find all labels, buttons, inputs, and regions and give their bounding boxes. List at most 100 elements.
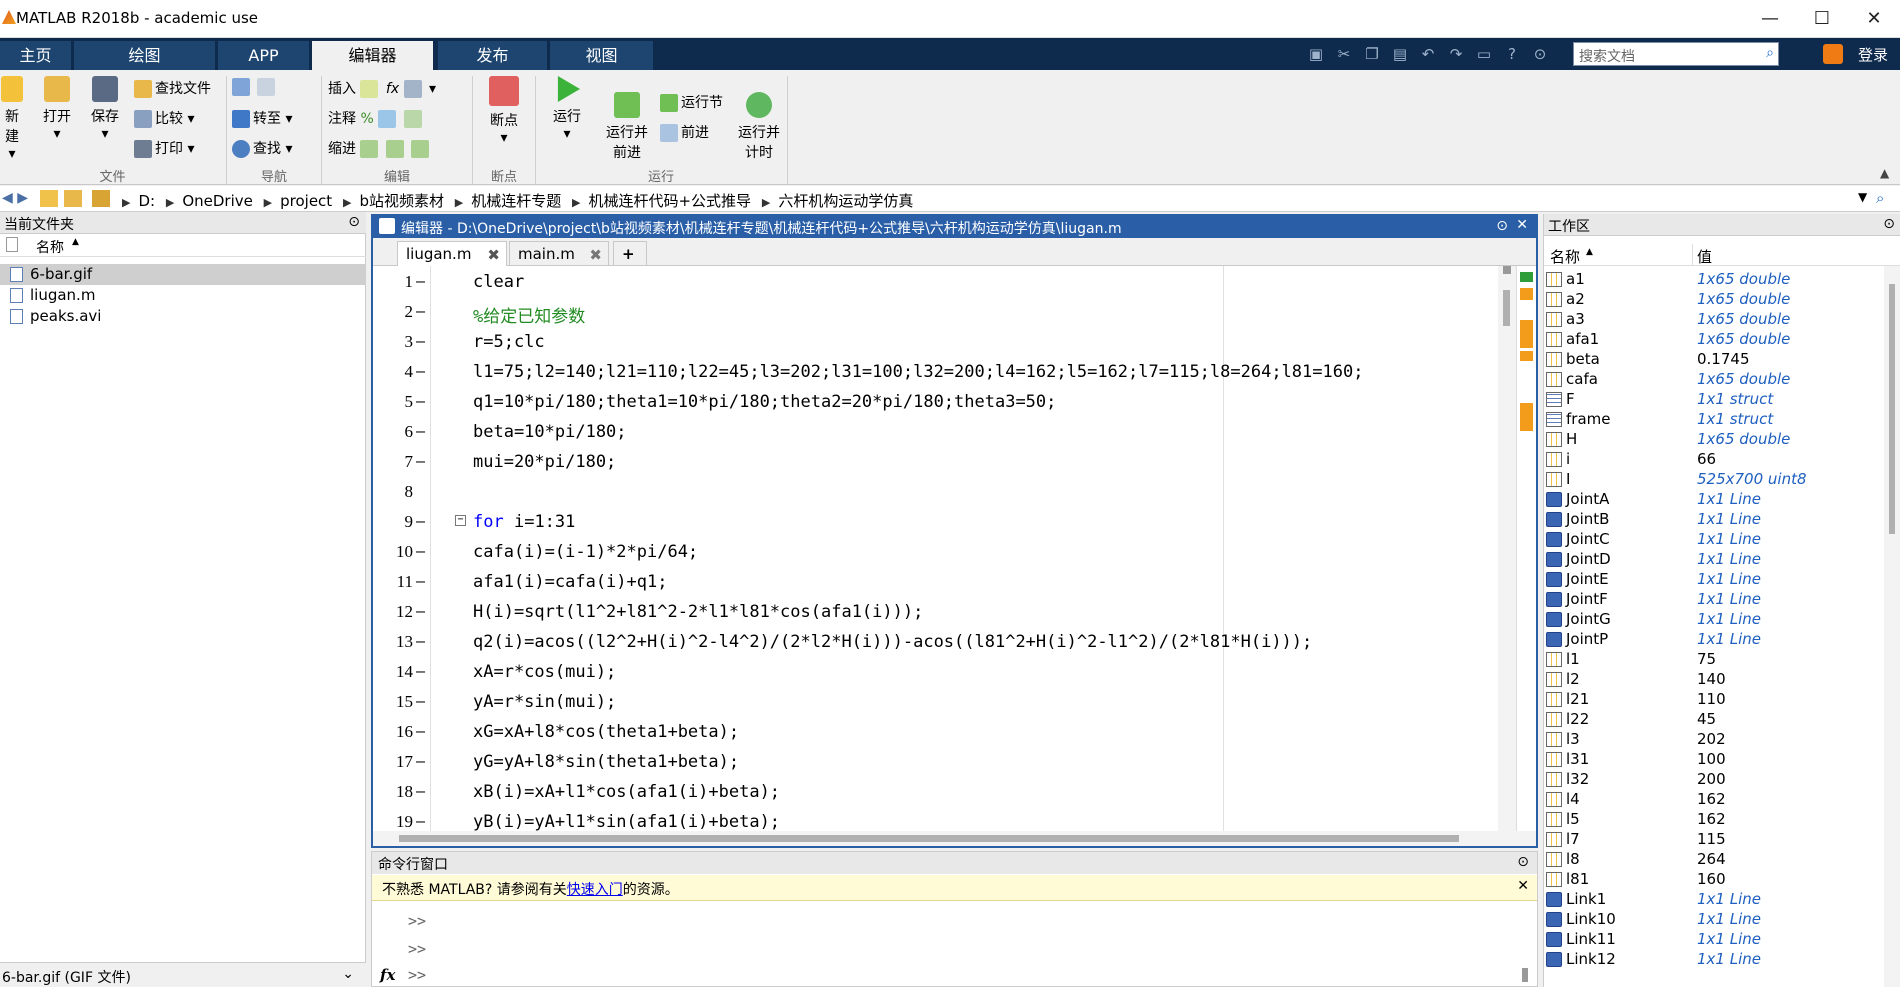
cut-icon[interactable]: ✂ xyxy=(1333,44,1355,64)
workspace-variable-row[interactable]: Link11 1x1 Line xyxy=(1544,930,1884,950)
code-line[interactable]: 3— r=5;clc xyxy=(373,326,1498,356)
workspace-variable-row[interactable]: l32 200 xyxy=(1544,770,1884,790)
editor-close-icon[interactable]: ✕ xyxy=(1516,217,1528,233)
up-folder-icon[interactable] xyxy=(40,190,58,207)
workspace-variable-row[interactable]: I 525x700 uint8 xyxy=(1544,470,1884,490)
editor-vertical-scrollbar[interactable] xyxy=(1498,266,1516,831)
code-line[interactable]: 9— − for i=1:31 xyxy=(373,506,1498,536)
insert-button[interactable]: 插入 fx ▾ xyxy=(328,78,436,98)
tab-main[interactable]: main.m ✖ xyxy=(509,241,609,266)
find-button[interactable]: 查找 ▾ xyxy=(232,138,292,158)
workspace-variable-row[interactable]: JointF 1x1 Line xyxy=(1544,590,1884,610)
warning-marker[interactable] xyxy=(1520,288,1533,300)
workspace-variable-row[interactable]: i 66 xyxy=(1544,450,1884,470)
details-chevron-icon[interactable]: ⌄ xyxy=(342,966,354,982)
code-line[interactable]: 12— H(i)=sqrt(l1^2+l81^2-2*l1*l81*cos(afa… xyxy=(373,596,1498,626)
compare-button[interactable]: 比较 ▾ xyxy=(134,108,194,128)
code-line[interactable]: 16— xG=xA+l8*cos(theta1+beta); xyxy=(373,716,1498,746)
code-line[interactable]: 5— q1=10*pi/180;theta1=10*pi/180;theta2=2… xyxy=(373,386,1498,416)
search-icon[interactable]: ⌕ xyxy=(1766,45,1774,61)
undo-icon[interactable]: ↶ xyxy=(1417,44,1439,64)
workspace-variable-row[interactable]: Link1 1x1 Line xyxy=(1544,890,1884,910)
close-tab-icon[interactable]: ✖ xyxy=(487,246,500,264)
breakpoints-button[interactable]: 断点 ▾ xyxy=(482,76,526,146)
files-column-header[interactable]: 名称 ▲ xyxy=(0,235,366,257)
code-line[interactable]: 10— cafa(i)=(i-1)*2*pi/64; xyxy=(373,536,1498,566)
breakpoint-slot[interactable]: — xyxy=(416,512,425,530)
paste-icon[interactable]: ▤ xyxy=(1389,44,1411,64)
workspace-variable-row[interactable]: JointB 1x1 Line xyxy=(1544,510,1884,530)
save-button[interactable]: 保存 ▾ xyxy=(86,76,124,142)
code-line[interactable]: 2— %给定已知参数 xyxy=(373,296,1498,327)
file-row[interactable]: 6-bar.gif xyxy=(0,264,366,285)
comment-button[interactable]: 注释 % xyxy=(328,108,425,128)
open-button[interactable]: 打开 ▾ xyxy=(38,76,76,142)
warning-marker[interactable] xyxy=(1520,320,1533,348)
advance-button[interactable]: 前进 xyxy=(660,122,709,142)
browse-folder-icon[interactable] xyxy=(64,190,82,207)
workspace-variable-row[interactable]: l81 160 xyxy=(1544,870,1884,890)
workspace-column-header[interactable]: 名称 ▲ 值 xyxy=(1544,244,1900,266)
workspace-variable-row[interactable]: l22 45 xyxy=(1544,710,1884,730)
print-button[interactable]: 打印 ▾ xyxy=(134,138,194,158)
run-and-advance-button[interactable]: 运行并 前进 xyxy=(604,76,650,162)
workspace-variable-row[interactable]: l4 162 xyxy=(1544,790,1884,810)
breakpoint-slot[interactable]: — xyxy=(416,602,425,620)
workspace-variable-row[interactable]: l5 162 xyxy=(1544,810,1884,830)
back-forward-buttons[interactable] xyxy=(232,78,278,96)
name-column[interactable]: 名称 xyxy=(36,237,64,257)
workspace-variable-row[interactable]: JointD 1x1 Line xyxy=(1544,550,1884,570)
workspace-menu-icon[interactable]: ⊙ xyxy=(1883,216,1895,232)
warning-marker[interactable] xyxy=(1520,403,1533,431)
breakpoint-slot[interactable]: — xyxy=(416,692,425,710)
collapse-ribbon-icon[interactable]: ▲ xyxy=(1880,166,1889,180)
code-line[interactable]: 7— mui=20*pi/180; xyxy=(373,446,1498,476)
code-line[interactable]: 6— beta=10*pi/180; xyxy=(373,416,1498,446)
switch-windows-icon[interactable]: ▭ xyxy=(1473,44,1495,64)
editor-horizontal-scrollbar[interactable] xyxy=(373,831,1536,846)
breakpoint-slot[interactable]: — xyxy=(416,662,425,680)
workspace-variable-row[interactable]: l7 115 xyxy=(1544,830,1884,850)
workspace-variable-row[interactable]: afa1 1x65 double xyxy=(1544,330,1884,350)
code-line[interactable]: 15— yA=r*sin(mui); xyxy=(373,686,1498,716)
close-button[interactable]: ✕ xyxy=(1848,0,1900,38)
minimize-button[interactable]: — xyxy=(1744,0,1796,38)
breakpoint-slot[interactable]: — xyxy=(416,752,425,770)
tab-publish[interactable]: 发布 xyxy=(438,41,548,70)
code-line[interactable]: 17— yG=yA+l8*sin(theta1+beta); xyxy=(373,746,1498,776)
breakpoint-slot[interactable]: — xyxy=(416,332,425,350)
code-line[interactable]: 1— clear xyxy=(373,266,1498,296)
new-tab-button[interactable]: + xyxy=(613,241,647,266)
quick-start-link[interactable]: 快速入门 xyxy=(567,882,623,898)
workspace-variable-row[interactable]: JointC 1x1 Line xyxy=(1544,530,1884,550)
command-menu-icon[interactable]: ⊙ xyxy=(1517,854,1529,870)
breakpoint-slot[interactable]: — xyxy=(416,422,425,440)
breakpoint-slot[interactable]: — xyxy=(416,362,425,380)
workspace-variable-row[interactable]: l21 110 xyxy=(1544,690,1884,710)
workspace-variable-row[interactable]: Link12 1x1 Line xyxy=(1544,950,1884,970)
workspace-variable-row[interactable]: l1 75 xyxy=(1544,650,1884,670)
breakpoint-slot[interactable]: — xyxy=(416,542,425,560)
ws-name-column[interactable]: 名称 xyxy=(1550,246,1580,267)
breakpoint-slot[interactable]: — xyxy=(416,452,425,470)
code-line[interactable]: 18— xB(i)=xA+l1*cos(afa1(i)+beta); xyxy=(373,776,1498,806)
workspace-variable-row[interactable]: H 1x65 double xyxy=(1544,430,1884,450)
crumb-project[interactable]: project xyxy=(280,192,332,210)
workspace-variable-row[interactable]: JointA 1x1 Line xyxy=(1544,490,1884,510)
code-line[interactable]: 4— l1=75;l2=140;l21=110;l22=45;l3=202;l31… xyxy=(373,356,1498,386)
panel-menu-icon[interactable]: ⊙ xyxy=(348,214,360,230)
code-area[interactable]: 1— clear 2— %给定已知参数 3— r=5;clc 4— l1=75;l2=140;… xyxy=(373,266,1498,831)
crumb-linkage-code[interactable]: 机械连杆代码+公式推导 xyxy=(588,192,751,210)
command-prompt[interactable]: >> xyxy=(408,966,426,984)
workspace-variable-row[interactable]: frame 1x1 struct xyxy=(1544,410,1884,430)
redo-icon[interactable]: ↷ xyxy=(1445,44,1467,64)
tab-view[interactable]: 视图 xyxy=(550,41,654,70)
workspace-variable-row[interactable]: JointP 1x1 Line xyxy=(1544,630,1884,650)
notification-bell-icon[interactable] xyxy=(1823,44,1843,64)
copy-icon[interactable]: ❐ xyxy=(1361,44,1383,64)
workspace-variable-row[interactable]: l3 202 xyxy=(1544,730,1884,750)
workspace-variable-row[interactable]: beta 0.1745 xyxy=(1544,350,1884,370)
find-files-button[interactable]: 查找文件 xyxy=(134,78,211,98)
save-icon[interactable]: ▣ xyxy=(1305,44,1327,64)
breakpoint-slot[interactable]: — xyxy=(416,272,425,290)
